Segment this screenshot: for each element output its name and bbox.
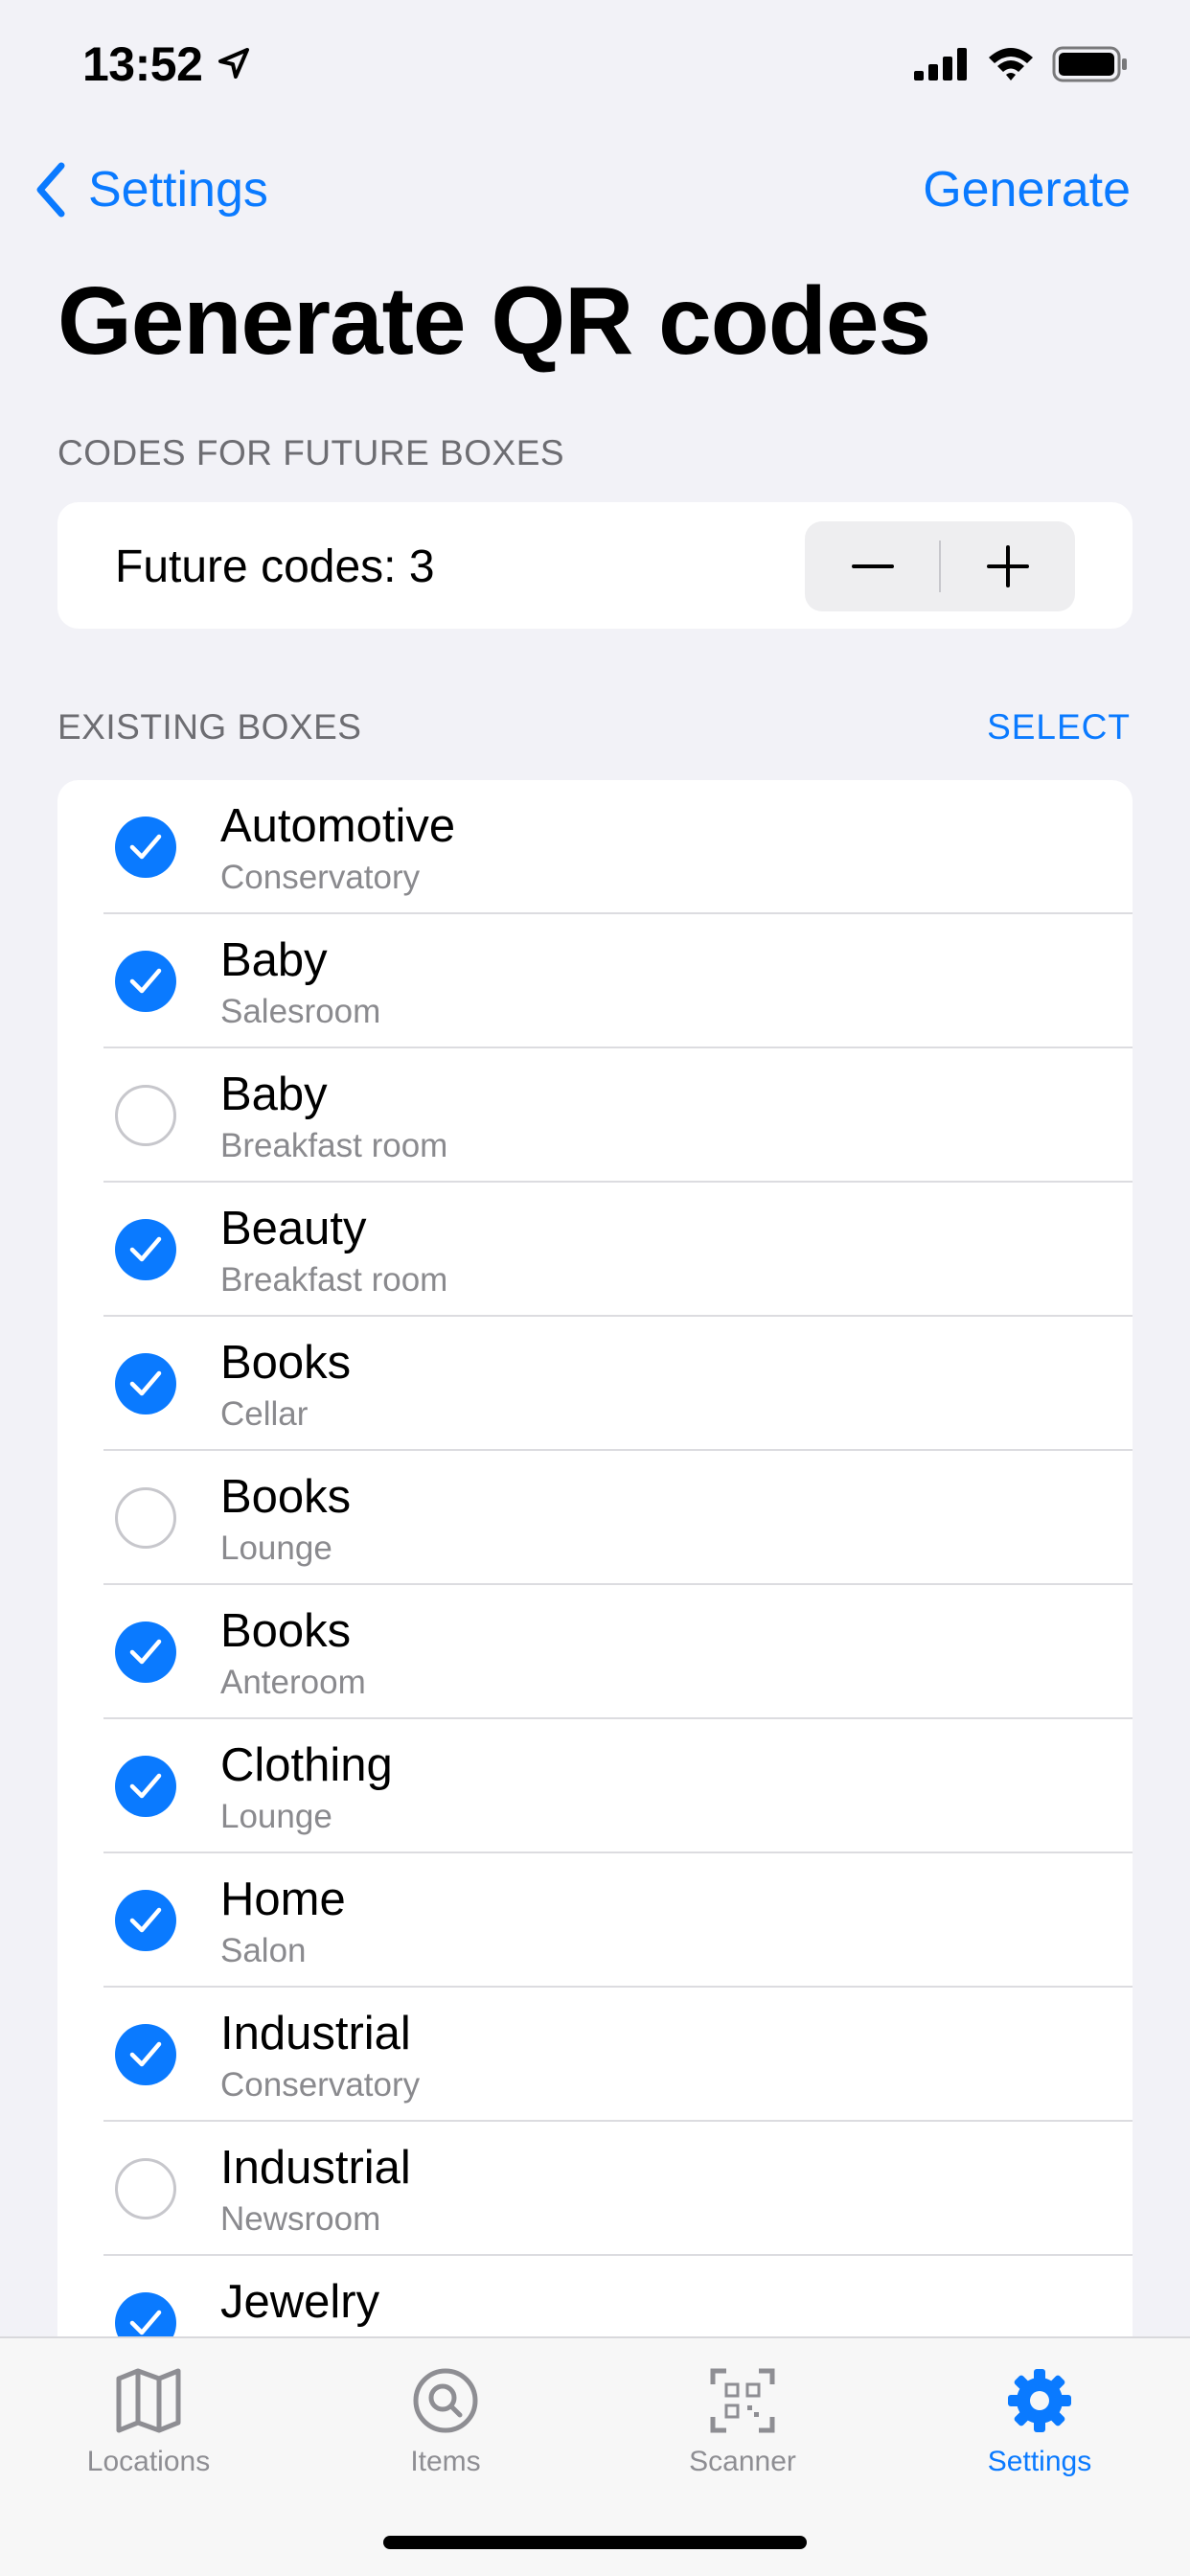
box-title: Books xyxy=(220,1605,352,1657)
page-title: Generate QR codes xyxy=(57,267,931,375)
checkmark-circle-icon[interactable] xyxy=(115,2024,176,2085)
tab-label: Settings xyxy=(987,2446,1092,2477)
box-location: Salesroom xyxy=(220,993,381,1030)
chevron-left-icon xyxy=(36,162,65,218)
box-row[interactable]: Books Lounge xyxy=(57,1451,1133,1585)
home-indicator xyxy=(383,2536,807,2549)
tab-label: Scanner xyxy=(689,2446,796,2477)
cellular-signal-icon xyxy=(914,48,967,80)
plus-icon xyxy=(986,545,1029,587)
tab-locations[interactable]: Locations xyxy=(0,2365,297,2499)
box-location: Cellar xyxy=(220,1395,309,1433)
box-location: Salon xyxy=(220,1932,307,1969)
minus-icon xyxy=(851,564,894,568)
box-location: Anteroom xyxy=(220,1664,366,1701)
box-title: Books xyxy=(220,1471,352,1523)
existing-boxes-list: Automotive Conservatory Baby Salesroom Baby B… xyxy=(57,780,1133,2409)
future-codes-section-header: CODES FOR FUTURE BOXES xyxy=(57,433,565,472)
back-button-label: Settings xyxy=(88,162,268,218)
box-title: Baby xyxy=(220,934,328,986)
navigation-bar: Settings Generate xyxy=(0,144,1190,240)
future-codes-card: Future codes: 3 xyxy=(57,502,1133,629)
checkmark-circle-icon[interactable] xyxy=(115,1353,176,1414)
box-row[interactable]: Baby Breakfast room xyxy=(57,1048,1133,1183)
select-button[interactable]: SELECT xyxy=(987,707,1131,748)
box-row[interactable]: Industrial Newsroom xyxy=(57,2122,1133,2256)
search-icon xyxy=(413,2368,478,2433)
empty-circle-icon[interactable] xyxy=(115,2158,176,2220)
box-location: Lounge xyxy=(220,1798,332,1835)
status-time: 13:52 xyxy=(82,37,203,91)
box-row[interactable]: Beauty Breakfast room xyxy=(57,1183,1133,1317)
tab-items[interactable]: Items xyxy=(297,2365,594,2499)
checkmark-circle-icon[interactable] xyxy=(115,1219,176,1280)
box-location: Conservatory xyxy=(220,2066,421,2104)
future-codes-label: Future codes: 3 xyxy=(115,541,435,592)
increment-button[interactable] xyxy=(940,521,1075,611)
tab-settings[interactable]: Settings xyxy=(891,2365,1188,2499)
status-bar: 13:52 xyxy=(0,0,1190,126)
box-title: Beauty xyxy=(220,1203,367,1254)
box-title: Baby xyxy=(220,1069,328,1120)
tab-scanner[interactable]: Scanner xyxy=(594,2365,891,2499)
box-row[interactable]: Industrial Conservatory xyxy=(57,1988,1133,2122)
checkmark-circle-icon[interactable] xyxy=(115,1890,176,1951)
box-title: Books xyxy=(220,1337,352,1389)
generate-button[interactable]: Generate xyxy=(923,159,1131,220)
stepper-divider xyxy=(939,540,941,592)
checkmark-circle-icon[interactable] xyxy=(115,1622,176,1683)
box-location: Lounge xyxy=(220,1530,332,1567)
box-location: Breakfast room xyxy=(220,1127,448,1164)
empty-circle-icon[interactable] xyxy=(115,1487,176,1549)
box-row[interactable]: Home Salon xyxy=(57,1853,1133,1988)
box-location: Newsroom xyxy=(220,2200,381,2238)
tab-label: Items xyxy=(410,2446,481,2477)
box-row[interactable]: Books Anteroom xyxy=(57,1585,1133,1719)
checkmark-circle-icon[interactable] xyxy=(115,951,176,1012)
tab-label: Locations xyxy=(86,2446,211,2477)
qr-scanner-icon xyxy=(710,2368,775,2433)
box-title: Jewelry xyxy=(220,2276,380,2328)
future-codes-stepper xyxy=(805,521,1075,611)
box-title: Industrial xyxy=(220,2008,411,2059)
box-row[interactable]: Clothing Lounge xyxy=(57,1719,1133,1853)
back-button[interactable]: Settings xyxy=(34,159,268,220)
decrement-button[interactable] xyxy=(805,521,940,611)
checkmark-circle-icon[interactable] xyxy=(115,1756,176,1817)
location-arrow-icon xyxy=(218,48,249,79)
box-location: Breakfast room xyxy=(220,1261,448,1299)
checkmark-circle-icon[interactable] xyxy=(115,816,176,878)
box-title: Clothing xyxy=(220,1739,393,1791)
gear-icon xyxy=(1008,2369,1071,2432)
box-row[interactable]: Books Cellar xyxy=(57,1317,1133,1451)
wifi-icon xyxy=(989,48,1033,80)
box-row[interactable]: Automotive Conservatory xyxy=(57,780,1133,914)
empty-circle-icon[interactable] xyxy=(115,1085,176,1146)
box-row[interactable]: Baby Salesroom xyxy=(57,914,1133,1048)
box-title: Industrial xyxy=(220,2142,411,2194)
existing-boxes-section-header: EXISTING BOXES xyxy=(57,707,362,747)
box-title: Automotive xyxy=(220,800,456,852)
box-location: Conservatory xyxy=(220,859,421,896)
box-title: Home xyxy=(220,1874,346,1925)
map-icon xyxy=(116,2368,181,2433)
battery-icon xyxy=(1052,46,1127,82)
